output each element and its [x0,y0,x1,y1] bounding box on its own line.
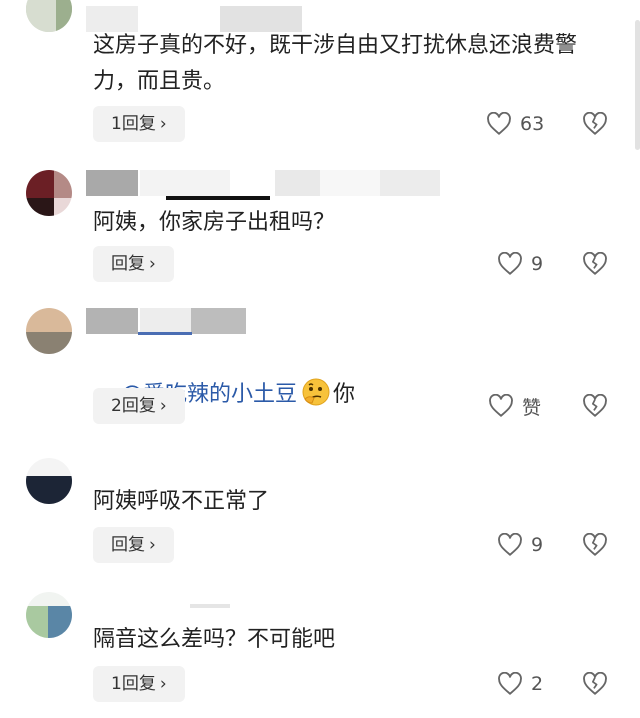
reply-label: 回复 [111,535,145,555]
broken-heart-icon [583,533,607,556]
like-count: 9 [531,534,544,556]
avatar[interactable] [26,592,72,638]
chevron-right-icon: › [159,396,167,416]
reply-label: 1回复 [111,674,156,694]
chevron-right-icon: › [149,254,156,274]
reply-label: 回复 [111,254,145,274]
username-blurred[interactable] [140,170,440,196]
username-blurred-underline [166,196,270,200]
heart-outline-icon [498,533,522,556]
comment-text-after: 你 [333,382,356,407]
reply-button[interactable]: 1回复 › [93,666,185,702]
heart-outline-icon [489,394,513,417]
broken-heart-icon [583,394,607,417]
like-button[interactable]: 赞 [488,388,541,424]
dislike-button[interactable] [580,106,610,142]
like-button[interactable]: 9 [497,527,543,563]
username-blurred-underline [138,332,192,335]
comment-text: 阿姨，你家房子出租吗？ [93,210,336,235]
dislike-button[interactable] [580,246,610,282]
broken-heart-icon [583,112,607,135]
avatar[interactable] [26,458,72,504]
scrollbar[interactable] [635,20,640,150]
avatar[interactable] [26,308,72,354]
dislike-button[interactable] [580,388,610,424]
heart-outline-icon [498,252,522,275]
reply-label: 2回复 [111,396,156,416]
comment-text: 隔音这么差吗？不可能吧 [93,627,336,652]
dislike-button[interactable] [580,666,610,702]
comment-text: 这房子真的不好，既干涉自由又打扰休息还浪费警力，而且贵。 [93,33,578,94]
like-button[interactable]: 2 [497,666,543,702]
reply-label: 1回复 [111,114,156,134]
reply-button[interactable]: 2回复 › [93,388,185,424]
like-count: 9 [531,253,544,275]
like-count: 赞 [522,396,542,419]
like-count: 2 [531,673,544,695]
username-blurred[interactable] [140,308,246,334]
reply-button[interactable]: 1回复 › [93,106,185,142]
username-blurred[interactable] [86,308,138,334]
username-blurred[interactable] [190,604,230,608]
thinking-face-icon [302,378,330,406]
reply-button[interactable]: 回复 › [93,527,174,563]
broken-heart-icon [583,672,607,695]
chevron-right-icon: › [159,674,167,694]
comment-text: 阿姨呼吸不正常了 [93,489,270,514]
chevron-right-icon: › [149,535,156,555]
like-button[interactable]: 63 [486,106,544,142]
avatar[interactable] [26,0,72,32]
dislike-button[interactable] [580,527,610,563]
broken-heart-icon [583,252,607,275]
heart-outline-icon [487,112,511,135]
heart-outline-icon [498,672,522,695]
like-count: 63 [520,113,545,135]
like-button[interactable]: 9 [497,246,543,282]
reply-button[interactable]: 回复 › [93,246,174,282]
avatar[interactable] [26,170,72,216]
username-blurred[interactable] [86,170,138,196]
chevron-right-icon: › [159,114,167,134]
